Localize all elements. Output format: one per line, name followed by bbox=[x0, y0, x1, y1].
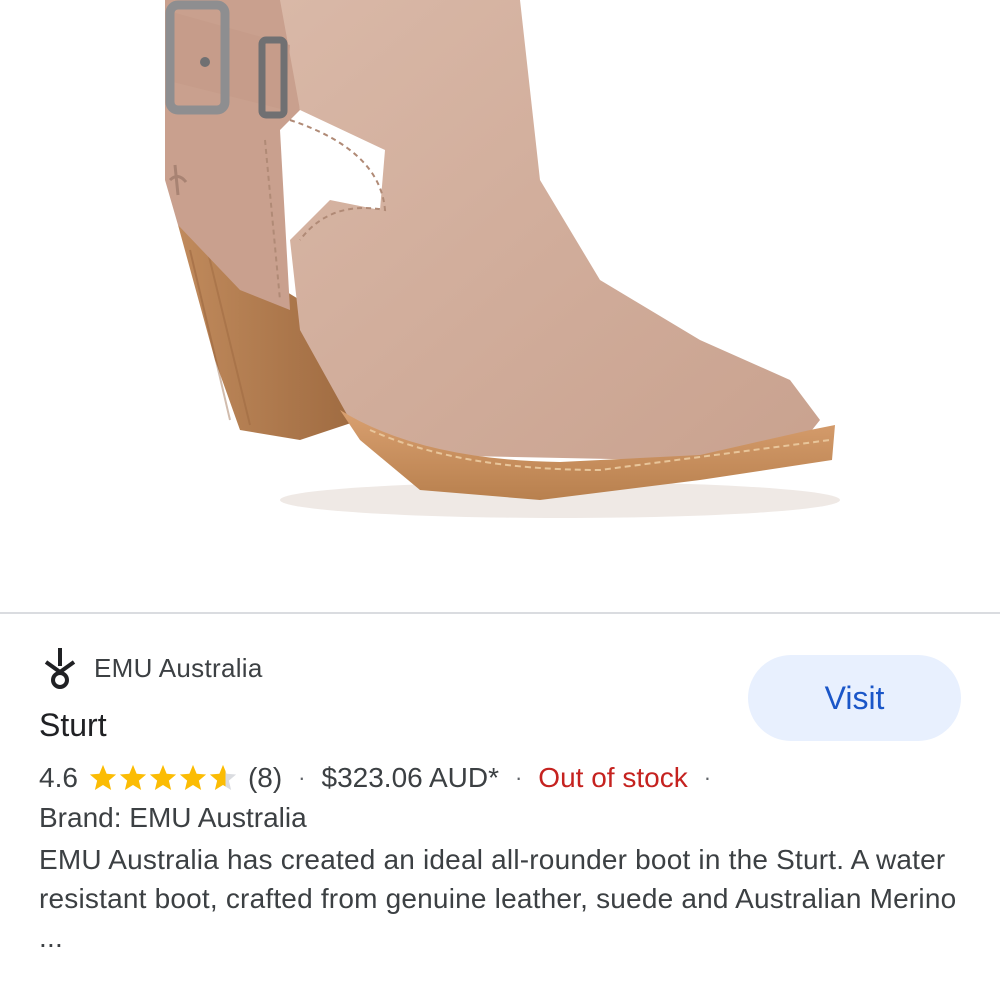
separator: · bbox=[703, 765, 712, 790]
review-count[interactable]: (8) bbox=[248, 762, 282, 794]
boot-image bbox=[165, 0, 840, 518]
emu-logo-icon bbox=[44, 648, 76, 689]
product-title[interactable]: Sturt bbox=[39, 707, 107, 744]
star-icon bbox=[119, 764, 147, 790]
rating-value: 4.6 bbox=[39, 762, 78, 793]
star-icon bbox=[89, 764, 117, 790]
separator: · bbox=[298, 765, 306, 790]
price: $323.06 AUD* bbox=[321, 762, 499, 793]
product-meta: 4.6 (8) · $323.06 AUD* · Out of stock · bbox=[39, 762, 727, 794]
star-icon bbox=[179, 764, 207, 790]
brand-line: Brand: EMU Australia bbox=[39, 802, 307, 833]
product-panel: EMU Australia Visit Sturt 4.6 (8) · $323… bbox=[0, 614, 1000, 1000]
merchant[interactable]: EMU Australia bbox=[40, 646, 263, 690]
visit-button[interactable]: Visit bbox=[748, 655, 961, 741]
product-description: EMU Australia has created an ideal all-r… bbox=[39, 844, 957, 953]
product-image[interactable] bbox=[0, 0, 1000, 612]
star-icon bbox=[149, 764, 177, 790]
rating-stars bbox=[88, 763, 238, 793]
merchant-name: EMU Australia bbox=[94, 652, 263, 683]
star-icon bbox=[209, 764, 237, 790]
separator: · bbox=[514, 765, 523, 790]
stock-status: Out of stock bbox=[538, 762, 688, 793]
